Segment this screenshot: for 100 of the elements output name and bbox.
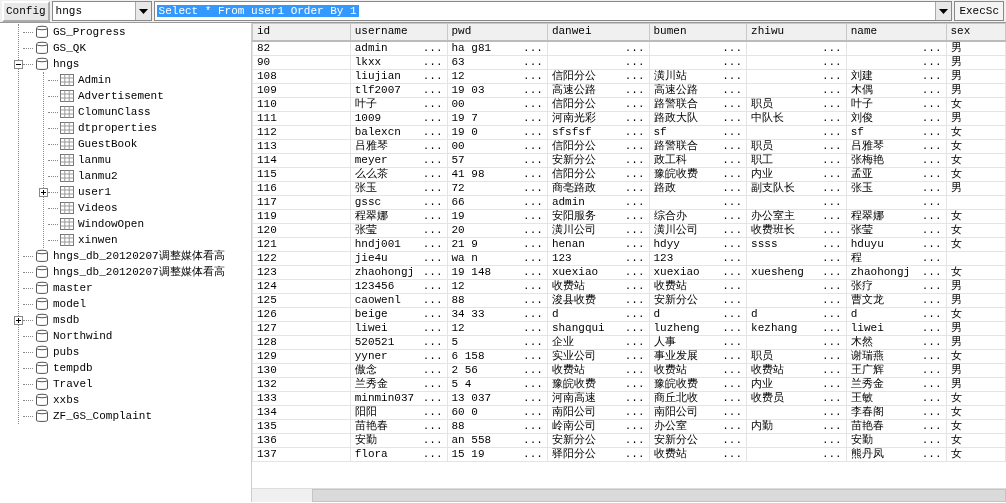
ellipsis-button[interactable]: ... <box>523 140 543 152</box>
ellipsis-button[interactable]: ... <box>722 210 743 222</box>
ellipsis-button[interactable]: ... <box>821 322 842 334</box>
ellipsis-button[interactable]: ... <box>422 336 443 348</box>
ellipsis-button[interactable]: ... <box>921 84 942 96</box>
ellipsis-button[interactable]: ... <box>722 41 743 55</box>
tree-item[interactable]: ZF_GS_Complaint <box>49 407 153 425</box>
ellipsis-button[interactable]: ... <box>722 392 743 404</box>
database-select[interactable]: hngs <box>51 1 152 21</box>
ellipsis-button[interactable]: ... <box>422 266 443 278</box>
tree-item[interactable]: WindowOpen <box>74 215 144 233</box>
ellipsis-button[interactable]: ... <box>422 322 443 334</box>
ellipsis-button[interactable]: ... <box>921 378 942 390</box>
ellipsis-button[interactable]: ... <box>921 126 942 138</box>
ellipsis-button[interactable]: ... <box>624 434 645 446</box>
ellipsis-button[interactable]: ... <box>422 112 443 124</box>
ellipsis-button[interactable]: ... <box>523 70 543 82</box>
ellipsis-button[interactable]: ... <box>821 238 842 250</box>
ellipsis-button[interactable]: ... <box>523 280 543 292</box>
ellipsis-button[interactable]: ... <box>523 224 543 236</box>
ellipsis-button[interactable]: ... <box>422 41 443 55</box>
ellipsis-button[interactable]: ... <box>921 420 942 432</box>
ellipsis-button[interactable]: ... <box>821 266 842 278</box>
ellipsis-button[interactable]: ... <box>821 364 842 376</box>
ellipsis-button[interactable]: ... <box>821 126 842 138</box>
ellipsis-button[interactable]: ... <box>921 252 942 264</box>
ellipsis-button[interactable]: ... <box>523 196 543 208</box>
tree-item[interactable]: Travel <box>49 375 93 393</box>
column-header[interactable]: sex <box>946 23 1006 41</box>
ellipsis-button[interactable]: ... <box>624 406 645 418</box>
ellipsis-button[interactable]: ... <box>624 182 645 194</box>
tree-item[interactable]: xinwen <box>74 231 118 249</box>
ellipsis-button[interactable]: ... <box>821 420 842 432</box>
ellipsis-button[interactable]: ... <box>624 350 645 362</box>
ellipsis-button[interactable]: ... <box>422 294 443 306</box>
ellipsis-button[interactable]: ... <box>921 182 942 194</box>
ellipsis-button[interactable]: ... <box>624 448 645 460</box>
ellipsis-button[interactable]: ... <box>722 126 743 138</box>
tree-item[interactable]: GuestBook <box>74 135 138 153</box>
config-button[interactable]: Config <box>2 0 50 22</box>
ellipsis-button[interactable]: ... <box>422 364 443 376</box>
ellipsis-button[interactable]: ... <box>523 98 543 110</box>
ellipsis-button[interactable]: ... <box>624 252 645 264</box>
tree-item[interactable]: user1 <box>74 183 111 201</box>
ellipsis-button[interactable]: ... <box>821 448 842 460</box>
ellipsis-button[interactable]: ... <box>523 434 543 446</box>
tree-item[interactable]: Admin <box>74 71 111 89</box>
ellipsis-button[interactable]: ... <box>722 140 743 152</box>
ellipsis-button[interactable]: ... <box>523 350 543 362</box>
ellipsis-button[interactable]: ... <box>921 322 942 334</box>
tree-item[interactable]: GS_QK <box>49 39 86 57</box>
ellipsis-button[interactable]: ... <box>523 126 543 138</box>
ellipsis-button[interactable]: ... <box>624 420 645 432</box>
ellipsis-button[interactable]: ... <box>523 112 543 124</box>
expand-icon[interactable] <box>14 315 23 325</box>
ellipsis-button[interactable]: ... <box>722 448 743 460</box>
ellipsis-button[interactable]: ... <box>722 350 743 362</box>
tree-item[interactable]: xxbs <box>49 391 80 409</box>
ellipsis-button[interactable]: ... <box>722 280 743 292</box>
ellipsis-button[interactable]: ... <box>523 392 543 404</box>
ellipsis-button[interactable]: ... <box>523 322 543 334</box>
ellipsis-button[interactable]: ... <box>722 182 743 194</box>
ellipsis-button[interactable]: ... <box>722 364 743 376</box>
ellipsis-button[interactable]: ... <box>921 350 942 362</box>
ellipsis-button[interactable]: ... <box>722 224 743 236</box>
expand-icon[interactable] <box>39 187 48 197</box>
ellipsis-button[interactable]: ... <box>624 84 645 96</box>
ellipsis-button[interactable]: ... <box>422 448 443 460</box>
tree-item[interactable]: dtproperties <box>74 119 158 137</box>
ellipsis-button[interactable]: ... <box>523 56 543 68</box>
ellipsis-button[interactable]: ... <box>921 448 942 460</box>
ellipsis-button[interactable]: ... <box>422 196 443 208</box>
ellipsis-button[interactable]: ... <box>422 280 443 292</box>
ellipsis-button[interactable]: ... <box>523 210 543 222</box>
ellipsis-button[interactable]: ... <box>722 252 743 264</box>
ellipsis-button[interactable]: ... <box>921 140 942 152</box>
ellipsis-button[interactable]: ... <box>921 294 942 306</box>
ellipsis-button[interactable]: ... <box>523 364 543 376</box>
tree-item[interactable]: GS_Progress <box>49 23 126 41</box>
ellipsis-button[interactable]: ... <box>624 56 645 68</box>
collapse-icon[interactable] <box>14 59 23 69</box>
ellipsis-button[interactable]: ... <box>624 112 645 124</box>
ellipsis-button[interactable]: ... <box>722 168 743 180</box>
ellipsis-button[interactable]: ... <box>624 322 645 334</box>
ellipsis-button[interactable]: ... <box>624 308 645 320</box>
ellipsis-button[interactable]: ... <box>921 168 942 180</box>
ellipsis-button[interactable]: ... <box>422 168 443 180</box>
ellipsis-button[interactable]: ... <box>921 308 942 320</box>
ellipsis-button[interactable]: ... <box>624 70 645 82</box>
column-header[interactable]: username <box>350 23 447 41</box>
ellipsis-button[interactable]: ... <box>921 210 942 222</box>
ellipsis-button[interactable]: ... <box>523 41 543 55</box>
ellipsis-button[interactable]: ... <box>422 252 443 264</box>
ellipsis-button[interactable]: ... <box>624 336 645 348</box>
tree-item[interactable]: hngs_db_20120207调整媒体看高 <box>49 263 225 281</box>
ellipsis-button[interactable]: ... <box>722 98 743 110</box>
ellipsis-button[interactable]: ... <box>821 140 842 152</box>
column-header[interactable]: pwd <box>447 23 548 41</box>
ellipsis-button[interactable]: ... <box>921 336 942 348</box>
ellipsis-button[interactable]: ... <box>821 98 842 110</box>
